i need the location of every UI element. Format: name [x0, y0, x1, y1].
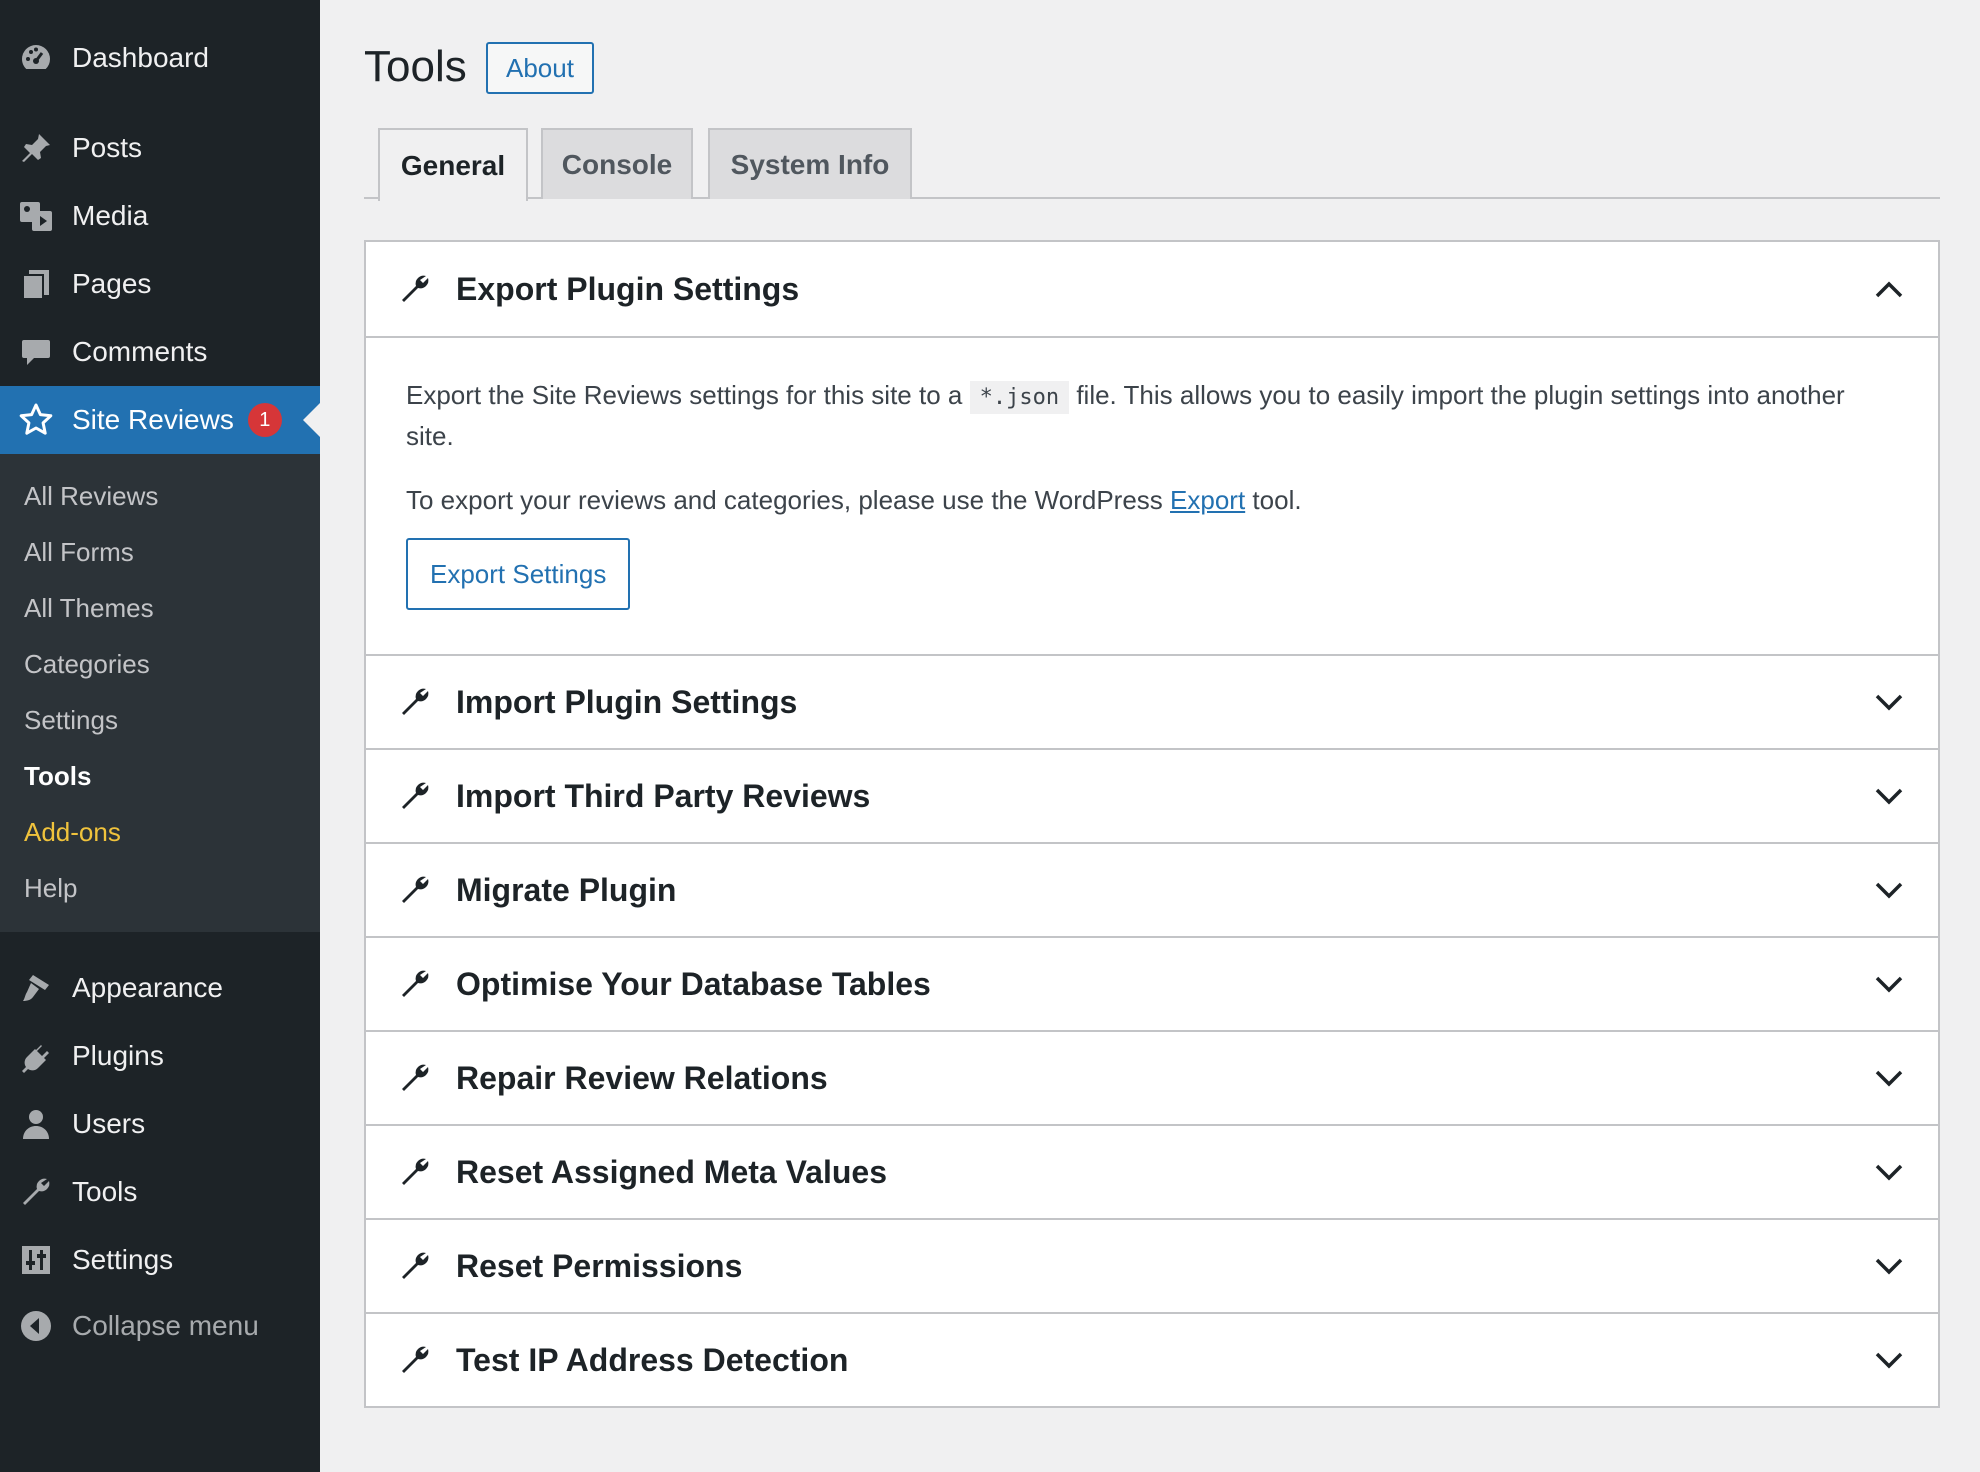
panel-import-plugin-settings[interactable]: Import Plugin Settings: [366, 654, 1938, 748]
panel-optimise-database[interactable]: Optimise Your Database Tables: [366, 936, 1938, 1030]
menu-users[interactable]: Users: [0, 1090, 320, 1158]
plugin-icon: [18, 1038, 54, 1074]
wrench-icon: [18, 1174, 54, 1210]
export-description: Export the Site Reviews settings for thi…: [406, 376, 1898, 455]
tab-general[interactable]: General: [378, 128, 528, 201]
menu-posts[interactable]: Posts: [0, 114, 320, 182]
site-reviews-submenu: All Reviews All Forms All Themes Categor…: [0, 454, 320, 932]
panel-test-ip-detection[interactable]: Test IP Address Detection: [366, 1312, 1938, 1406]
submenu-tools[interactable]: Tools: [24, 756, 91, 796]
wrench-icon: [402, 876, 429, 903]
json-code: *.json: [969, 381, 1070, 414]
panel-migrate-plugin[interactable]: Migrate Plugin: [366, 842, 1938, 936]
menu-label: Dashboard: [72, 42, 209, 73]
export-settings-button[interactable]: Export Settings: [406, 538, 631, 610]
menu-label: Posts: [72, 132, 143, 163]
panel-title: Test IP Address Detection: [456, 1341, 849, 1378]
chevron-down-icon[interactable]: [1874, 692, 1904, 712]
menu-comments[interactable]: Comments: [0, 318, 320, 386]
panel-title: Reset Permissions: [456, 1247, 743, 1284]
menu-label: Site Reviews: [72, 404, 234, 435]
export-note: To export your reviews and categories, p…: [406, 481, 1898, 519]
pin-icon: [18, 130, 54, 166]
export-note-text: To export your reviews and categories, p…: [406, 485, 1163, 515]
pages-icon: [18, 266, 54, 302]
tab-console[interactable]: Console: [541, 128, 693, 199]
wrench-icon: [402, 1064, 429, 1091]
notification-badge: 1: [247, 403, 282, 437]
menu-dashboard[interactable]: Dashboard: [0, 24, 320, 92]
wrench-icon: [402, 782, 429, 809]
menu-label: Users: [72, 1108, 146, 1139]
active-notch: [303, 403, 320, 437]
submenu-settings[interactable]: Settings: [24, 700, 118, 740]
about-button[interactable]: About: [486, 42, 594, 94]
export-tool-link[interactable]: Export: [1170, 485, 1245, 515]
panel-title: Migrate Plugin: [456, 871, 677, 908]
collapse-arrow-icon: [18, 1308, 54, 1344]
menu-site-reviews[interactable]: Site Reviews 1: [0, 386, 320, 454]
menu-label: Pages: [72, 268, 152, 299]
wrench-icon: [402, 688, 429, 715]
panel-title: Import Third Party Reviews: [456, 777, 871, 814]
chevron-up-icon[interactable]: [1874, 279, 1904, 299]
chevron-down-icon[interactable]: [1874, 1256, 1904, 1276]
export-text: Export the Site Reviews settings for thi…: [406, 380, 963, 410]
page-title: Tools: [364, 42, 467, 91]
submenu-categories[interactable]: Categories: [24, 644, 150, 684]
panel-repair-review-relations[interactable]: Repair Review Relations: [366, 1030, 1938, 1124]
submenu-help[interactable]: Help: [24, 868, 77, 908]
user-icon: [18, 1106, 54, 1142]
menu-pages[interactable]: Pages: [0, 250, 320, 318]
panel-reset-meta-values[interactable]: Reset Assigned Meta Values: [366, 1124, 1938, 1218]
comment-icon: [18, 334, 54, 370]
brush-icon: [18, 970, 54, 1006]
chevron-down-icon[interactable]: [1874, 1350, 1904, 1370]
menu-label: Plugins: [72, 1040, 164, 1071]
submenu-all-reviews[interactable]: All Reviews: [24, 476, 158, 516]
menu-settings[interactable]: Settings: [0, 1226, 320, 1294]
chevron-down-icon[interactable]: [1874, 974, 1904, 994]
export-note-text: tool.: [1252, 485, 1302, 515]
panel-title: Import Plugin Settings: [456, 683, 798, 720]
wrench-icon: [402, 1158, 429, 1185]
collapse-menu-button[interactable]: Collapse menu: [0, 1292, 320, 1360]
panel-export-body: Export the Site Reviews settings for thi…: [366, 336, 1938, 654]
panel-title: Reset Assigned Meta Values: [456, 1153, 887, 1190]
panel-import-third-party-reviews[interactable]: Import Third Party Reviews: [366, 748, 1938, 842]
panel-export-header[interactable]: Export Plugin Settings: [366, 242, 1938, 336]
menu-label: Media: [72, 200, 149, 231]
menu-label: Tools: [72, 1176, 138, 1207]
menu-label: Appearance: [72, 972, 224, 1003]
panel-title: Export Plugin Settings: [456, 270, 800, 307]
media-icon: [18, 198, 54, 234]
wrench-icon: [402, 970, 429, 997]
admin-sidebar: Dashboard Posts Media Pages Comments Sit…: [0, 0, 320, 1472]
wrench-icon: [402, 275, 429, 302]
panel-title: Repair Review Relations: [456, 1059, 828, 1096]
chevron-down-icon[interactable]: [1874, 1068, 1904, 1088]
wrench-icon: [402, 1346, 429, 1373]
menu-label: Comments: [72, 336, 208, 367]
dashboard-icon: [18, 40, 54, 76]
menu-label: Settings: [72, 1244, 174, 1275]
panel-title: Optimise Your Database Tables: [456, 965, 931, 1002]
star-icon: [18, 402, 54, 438]
chevron-down-icon[interactable]: [1874, 786, 1904, 806]
submenu-all-forms[interactable]: All Forms: [24, 532, 134, 572]
chevron-down-icon[interactable]: [1874, 1162, 1904, 1182]
submenu-all-themes[interactable]: All Themes: [24, 588, 154, 628]
menu-plugins[interactable]: Plugins: [0, 1022, 320, 1090]
tab-system-info[interactable]: System Info: [708, 128, 912, 199]
menu-label: Collapse menu: [72, 1310, 259, 1341]
menu-media[interactable]: Media: [0, 182, 320, 250]
sliders-icon: [18, 1242, 54, 1278]
tools-panels: Export Plugin Settings Export the Site R…: [364, 240, 1940, 1408]
wrench-icon: [402, 1252, 429, 1279]
submenu-add-ons[interactable]: Add-ons: [24, 812, 121, 852]
chevron-down-icon[interactable]: [1874, 880, 1904, 900]
menu-tools[interactable]: Tools: [0, 1158, 320, 1226]
menu-appearance[interactable]: Appearance: [0, 954, 320, 1022]
panel-reset-permissions[interactable]: Reset Permissions: [366, 1218, 1938, 1312]
